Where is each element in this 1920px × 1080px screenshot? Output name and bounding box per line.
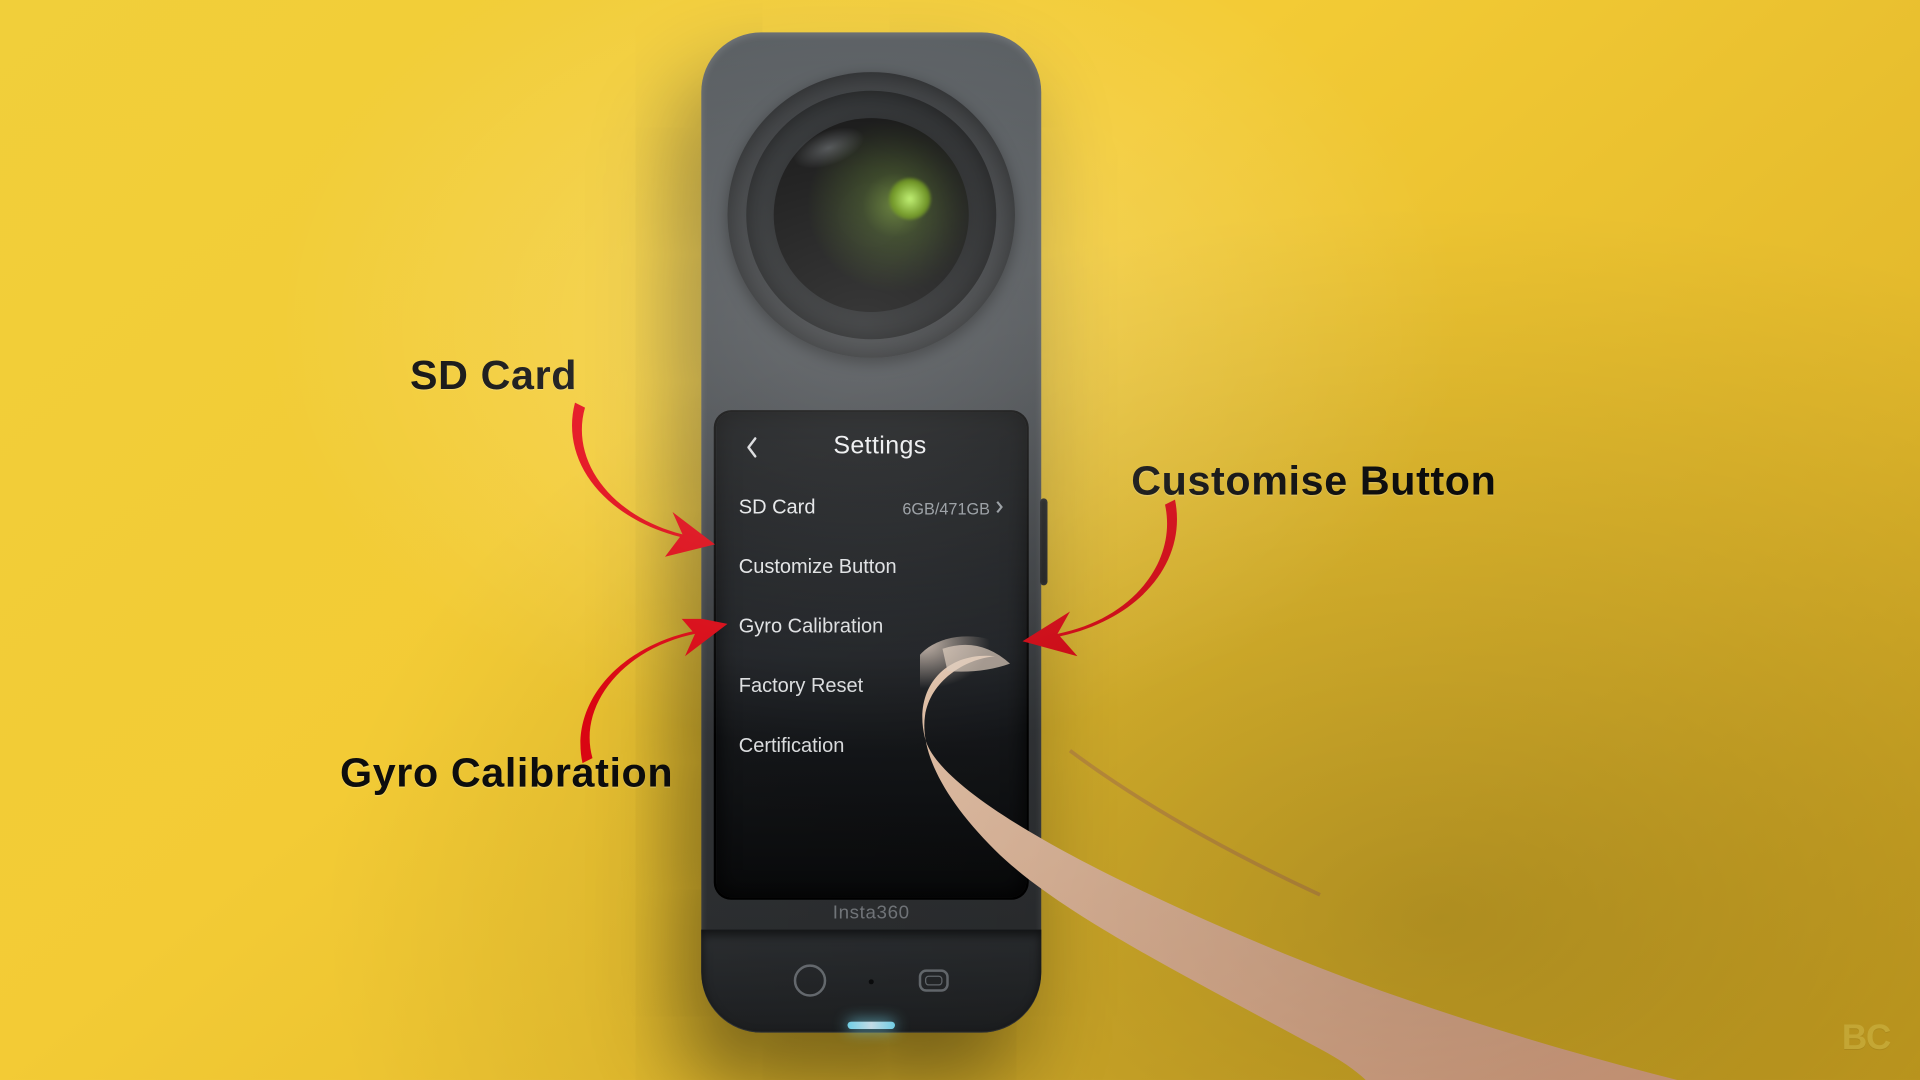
user-finger [920,602,1920,1080]
settings-row-label: Factory Reset [739,676,863,698]
watermark: BC [1842,1018,1890,1058]
status-led [848,1022,896,1029]
device-brand-label: Insta360 [716,902,1026,923]
settings-row-label: Gyro Calibration [739,616,884,638]
settings-row-label: SD Card [739,497,816,519]
annotation-sd-card: SD Card [410,352,577,399]
annotation-customise-button: Customise Button [1131,457,1496,504]
settings-row-gyro-calibration[interactable]: Gyro Calibration [739,598,1004,658]
settings-row-customize-button[interactable]: Customize Button [739,538,1004,598]
hardware-circle-button[interactable] [794,964,827,996]
microphone-dot [869,979,874,984]
settings-row-label: Certification [739,736,845,758]
settings-row-label: Customize Button [739,557,897,579]
settings-row-value: 6GB/471GB [902,499,990,518]
annotation-gyro-calibration: Gyro Calibration [340,749,673,796]
settings-row-sd-card[interactable]: SD Card 6GB/471GB [739,478,1004,538]
camera-lens-glass [774,118,969,312]
hardware-mode-button[interactable] [919,969,949,991]
screen-title: Settings [756,432,1004,461]
device-touchscreen[interactable]: Settings SD Card 6GB/471GB Customize But… [716,413,1026,898]
chevron-right-icon [995,499,1004,518]
settings-row-factory-reset[interactable]: Factory Reset [739,657,1004,717]
hardware-button-shelf [701,930,1041,1032]
settings-row-certification[interactable]: Certification [739,717,1004,777]
